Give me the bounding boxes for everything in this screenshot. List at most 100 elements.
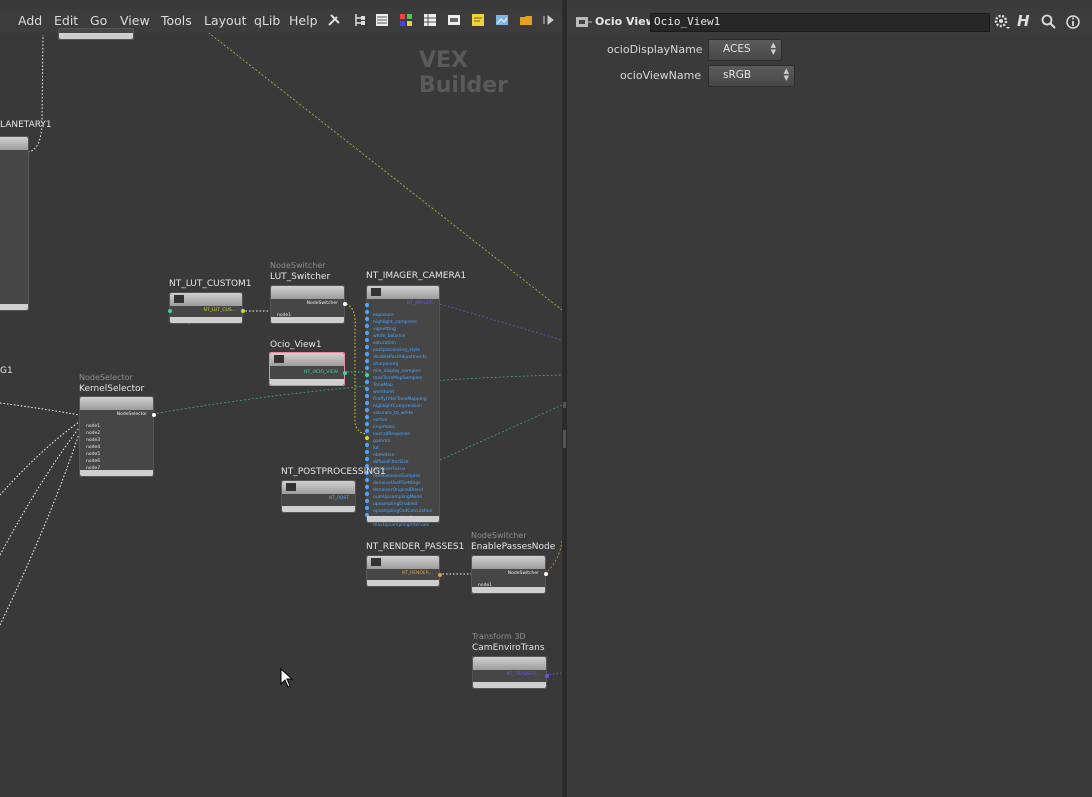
input-dot[interactable]	[365, 351, 369, 356]
input-dot[interactable]	[365, 379, 369, 384]
imager-pin-row[interactable]: numUpsamplingMode	[365, 483, 439, 500]
input-dot[interactable]	[365, 337, 369, 342]
node-ocio-view-selected[interactable]: NT_OCIO_VIEW	[269, 352, 347, 386]
output-dot[interactable]	[343, 302, 347, 306]
input-dot[interactable]	[365, 358, 369, 363]
node-cam-enviro-trans[interactable]: mainNT_TRANSFO...	[472, 656, 549, 689]
list-view-icon[interactable]	[375, 13, 389, 27]
input-dot[interactable]	[365, 323, 369, 328]
input-dot[interactable]	[365, 365, 369, 370]
imager-pin-row[interactable]: min_display_samples	[365, 357, 439, 374]
imager-pin-row[interactable]: denoiserOriginalBlend	[365, 476, 439, 493]
sticky-note-icon[interactable]	[471, 13, 485, 27]
imager-pin-row[interactable]: maxUpsamplingSamples	[365, 504, 439, 521]
output-dot[interactable]	[438, 573, 442, 577]
input-dot[interactable]	[365, 442, 369, 447]
input-dot[interactable]	[365, 386, 369, 391]
ocio-view-dropdown[interactable]: sRGB ▲ ▼	[708, 65, 795, 87]
menu-add[interactable]: Add	[18, 13, 42, 28]
output-dot[interactable]	[241, 309, 245, 313]
gear-icon[interactable]	[993, 13, 1011, 31]
image-add-icon[interactable]	[495, 13, 509, 27]
menu-help[interactable]: Help	[289, 13, 318, 28]
node-enable-passes[interactable]: node1NodeSwitcher node2	[471, 555, 548, 595]
input-dot[interactable]	[365, 316, 369, 321]
imager-pin-row[interactable]: overallResponse	[365, 420, 439, 437]
node-lut-custom[interactable]: strengthNT_LUT_CUS...	[168, 292, 245, 325]
input-dot[interactable]	[365, 435, 369, 440]
imager-pin-row[interactable]: vignetting	[365, 315, 439, 332]
output-dot[interactable]	[343, 371, 347, 375]
imager-pin-row[interactable]: saturation	[365, 329, 439, 346]
table-icon[interactable]	[423, 13, 437, 27]
input-dot[interactable]	[365, 309, 369, 314]
tools-wrench-icon[interactable]	[327, 13, 341, 27]
input-dot[interactable]	[365, 372, 369, 377]
input-dot[interactable]	[365, 393, 369, 398]
menu-qlib[interactable]: qLib	[254, 13, 280, 28]
node-render-passes[interactable]: mainNT_RENDER...	[366, 555, 442, 588]
imager-pin-row[interactable]: ToneMap	[365, 371, 439, 388]
network-editor[interactable]: Add Edit Go View Tools Layout qLib Help …	[0, 0, 562, 797]
input-dot[interactable]	[365, 400, 369, 405]
imager-pin-row[interactable]: denoiserFocus	[365, 455, 439, 472]
imager-pin-row[interactable]: vortex	[365, 406, 439, 423]
input-dot[interactable]	[365, 498, 369, 503]
imager-pin-row[interactable]: diffuseFilterSize	[365, 448, 439, 465]
imager-pin-row[interactable]: sharpening	[365, 350, 439, 367]
imager-pin-row[interactable]: highlight_compress	[365, 308, 439, 325]
input-dot[interactable]	[365, 484, 369, 489]
imager-pin-row[interactable]: highlightCompression	[365, 392, 439, 409]
help-h-icon[interactable]: H	[1017, 12, 1030, 30]
node-postprocessing[interactable]: mainNT_POST	[281, 480, 356, 513]
input-dot[interactable]	[365, 477, 369, 482]
input-dot[interactable]	[168, 309, 172, 313]
imager-pin-row[interactable]: upsamplingEnabled	[365, 490, 439, 507]
output-dot[interactable]	[545, 674, 549, 678]
info-icon[interactable]	[1065, 14, 1081, 30]
toolbar-overflow-arrow-icon[interactable]	[542, 13, 556, 27]
node-name-field[interactable]: Ocio_View1	[650, 13, 990, 32]
folder-icon[interactable]	[519, 13, 533, 27]
imager-pin-row[interactable]: maxToneMapSamples	[365, 364, 439, 381]
input-dot[interactable]	[365, 407, 369, 412]
menu-view[interactable]: View	[120, 13, 150, 28]
imager-pin-row[interactable]: cropmask	[365, 413, 439, 430]
node-planetary[interactable]	[0, 136, 29, 311]
output-dot[interactable]	[152, 413, 156, 417]
imager-pin-row[interactable]: gamma	[365, 427, 439, 444]
imager-pin-row[interactable]: worldunit	[365, 378, 439, 395]
imager-pin-row[interactable]: lut	[365, 434, 439, 451]
input-dot[interactable]	[365, 491, 369, 496]
imager-pin-row[interactable]: postprocessing_style	[365, 336, 439, 353]
node-top-partial[interactable]	[58, 28, 134, 40]
imager-pin-row[interactable]: fireflyFilterToneMapping	[365, 385, 439, 402]
menu-go[interactable]: Go	[90, 13, 107, 28]
tree-icon[interactable]	[352, 13, 366, 27]
node-kernel-selector[interactable]: node1 NodeSelector node2 node3 node4 node…	[79, 396, 156, 478]
imager-pin-row[interactable]: nbmotion	[365, 441, 439, 458]
input-dot[interactable]	[365, 421, 369, 426]
imager-pin-row[interactable]: upsamplingOutCalculation	[365, 497, 439, 514]
menu-edit[interactable]: Edit	[54, 13, 78, 28]
window-icon[interactable]	[447, 13, 461, 27]
input-dot[interactable]	[365, 449, 369, 454]
input-dot[interactable]	[365, 344, 369, 349]
node-lut-switcher[interactable]: node1NodeSwitcher node2	[270, 285, 347, 325]
input-dot[interactable]	[365, 414, 369, 419]
node-imager-camera[interactable]: exposure NT_IMAGER highlight_compress vigne…	[365, 285, 440, 528]
input-dot[interactable]	[365, 330, 369, 335]
imager-pin-row[interactable]: saturate_to_white	[365, 399, 439, 416]
grid-view-icon[interactable]	[399, 13, 413, 27]
menu-layout[interactable]: Layout	[204, 13, 247, 28]
ocio-display-dropdown[interactable]: ACES ▲ ▼	[708, 39, 782, 61]
imager-pin-row[interactable]: white_balance	[365, 322, 439, 339]
output-dot[interactable]	[544, 572, 548, 576]
input-dot[interactable]	[365, 428, 369, 433]
input-dot[interactable]	[365, 505, 369, 510]
menu-tools[interactable]: Tools	[161, 13, 192, 28]
input-dot[interactable]	[365, 302, 369, 307]
imager-pin-row[interactable]: exposure NT_IMAGER	[365, 301, 439, 318]
input-dot[interactable]	[365, 456, 369, 461]
search-icon[interactable]	[1041, 14, 1057, 30]
